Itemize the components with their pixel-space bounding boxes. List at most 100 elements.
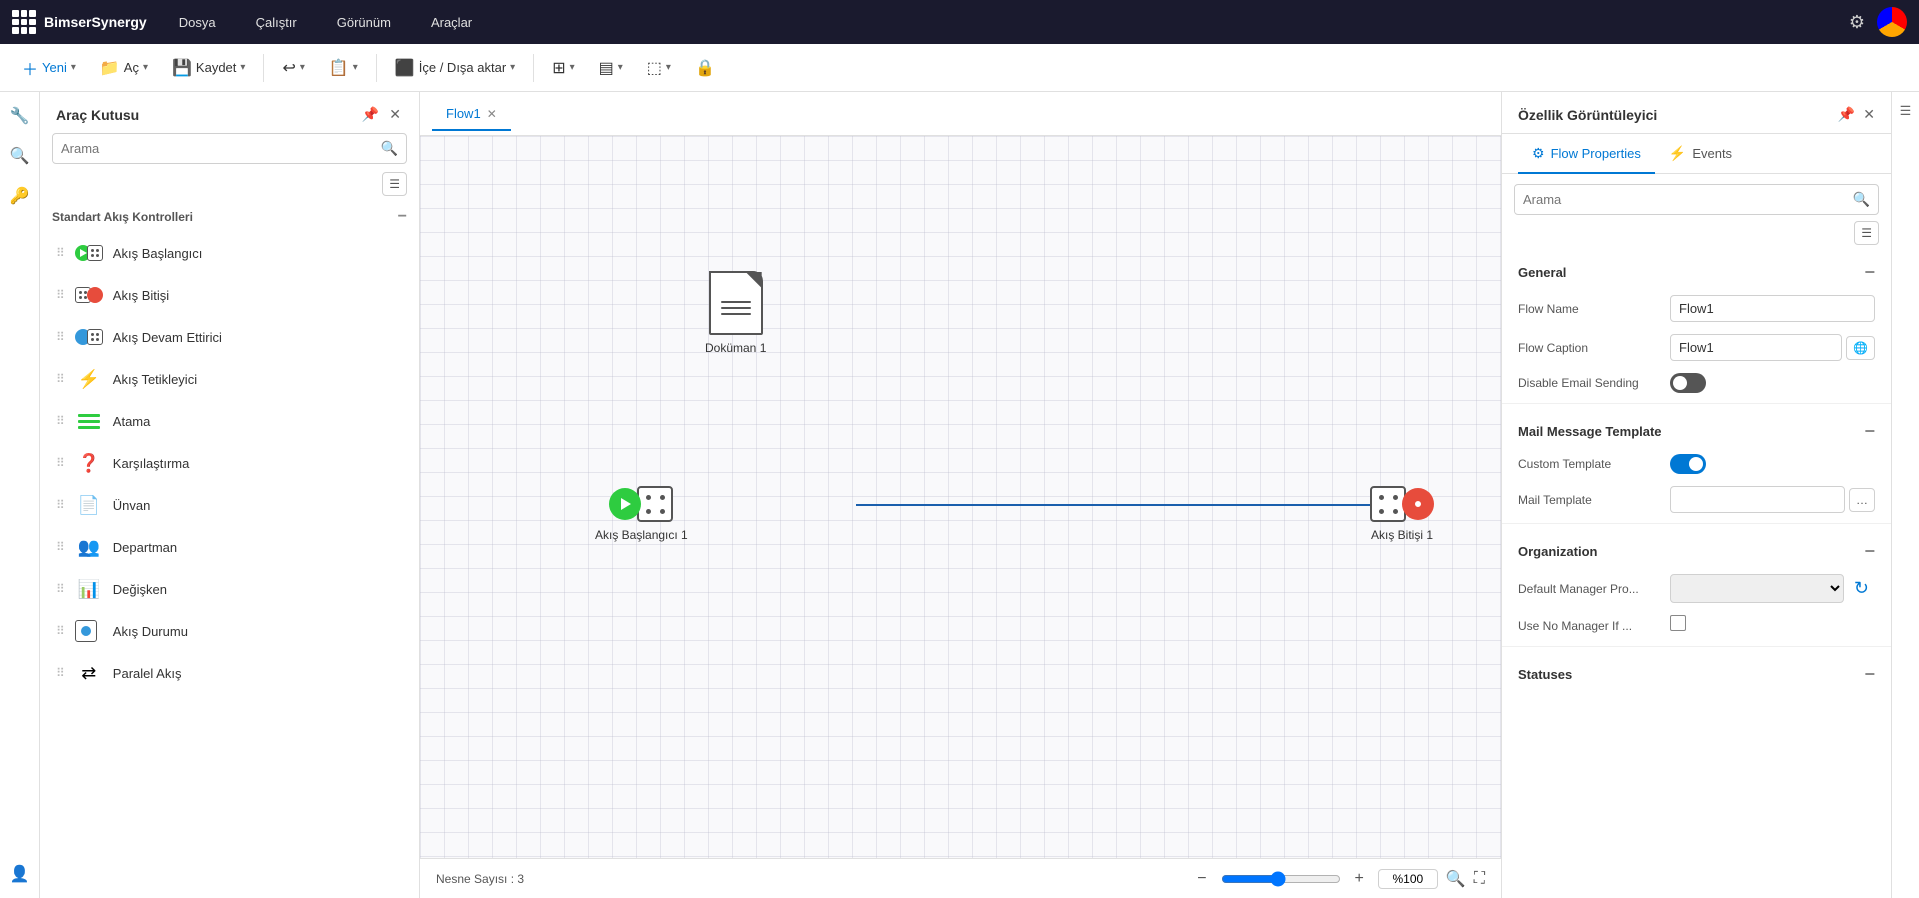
toolbox-view-toggle[interactable]: ☰	[382, 172, 407, 196]
tab-events[interactable]: ⚡ Events	[1655, 135, 1746, 174]
custom-template-toggle[interactable]	[1670, 454, 1706, 474]
doc-node[interactable]: Doküman 1	[705, 271, 766, 355]
mail-template-browse-btn[interactable]: …	[1849, 488, 1875, 512]
layout-dropdown-arrow: ▾	[618, 62, 623, 73]
save-dropdown-arrow: ▾	[240, 62, 245, 73]
zoom-out-button[interactable]: −	[1191, 868, 1212, 890]
menu-dosya[interactable]: Dosya	[171, 11, 224, 34]
toolbox-item-akis-durumu[interactable]: ⠿ Akış Durumu	[52, 610, 407, 652]
flow-caption-input[interactable]	[1670, 334, 1842, 361]
toolbox-item-atama[interactable]: ⠿ Atama	[52, 400, 407, 442]
right-panel-icon-1[interactable]: ☰	[1895, 100, 1917, 122]
zoom-in-button[interactable]: +	[1349, 868, 1370, 890]
menu-bar: BimserSynergy Dosya Çalıştır Görünüm Ara…	[0, 0, 1919, 44]
person-icon-btn[interactable]: 👤	[4, 858, 36, 890]
settings-icon[interactable]: ⚙	[1849, 12, 1865, 33]
statuses-collapse-btn[interactable]: −	[1864, 665, 1875, 683]
menu-calistir[interactable]: Çalıştır	[248, 11, 305, 34]
flow-name-input[interactable]	[1670, 295, 1875, 322]
properties-close-icon[interactable]: ✕	[1863, 106, 1875, 123]
end-node[interactable]: Akış Bitişi 1	[1370, 486, 1434, 542]
default-manager-select[interactable]	[1670, 574, 1844, 603]
atama-label: Atama	[113, 414, 151, 429]
properties-view-toggle[interactable]: ☰	[1854, 221, 1879, 245]
toolbox-panel: Araç Kutusu 📌 ✕ 🔍 ☰ Standart Akış Kontro…	[40, 92, 420, 898]
flow-caption-translate-btn[interactable]: 🌐	[1846, 336, 1875, 360]
save-button[interactable]: 💾 Kaydet ▾	[162, 52, 255, 84]
akis-devam-label: Akış Devam Ettirici	[113, 330, 222, 345]
general-collapse-btn[interactable]: −	[1864, 263, 1875, 281]
toolbox-header-icons: 📌 ✕	[360, 104, 403, 125]
use-no-manager-label: Use No Manager If ...	[1518, 619, 1658, 633]
clipboard-button[interactable]: 📋 ▾	[319, 52, 368, 84]
open-dropdown-arrow: ▾	[143, 62, 148, 73]
zoom-slider[interactable]	[1221, 871, 1341, 887]
toolbox-icon-btn[interactable]: 🔧	[4, 100, 36, 132]
zoom-value-input[interactable]	[1378, 869, 1438, 889]
flow-name-value	[1670, 295, 1875, 322]
toolbox-item-paralel-akis[interactable]: ⠿ ⇄ Paralel Akış	[52, 652, 407, 694]
akis-devam-icon	[75, 323, 103, 351]
toolbox-item-karsilastirma[interactable]: ⠿ ❓ Karşılaştırma	[52, 442, 407, 484]
start-node[interactable]: Akış Başlangıcı 1	[595, 486, 688, 542]
unvan-icon: 📄	[75, 491, 103, 519]
statuses-section-title: Statuses	[1518, 667, 1572, 682]
disable-email-toggle[interactable]	[1670, 373, 1706, 393]
default-manager-refresh-btn[interactable]: ↻	[1848, 574, 1875, 603]
mail-collapse-btn[interactable]: −	[1864, 422, 1875, 440]
left-icon-bar: 🔧 🔍 🔑 👤	[0, 92, 40, 898]
drag-handle-11: ⠿	[56, 666, 65, 680]
select-button[interactable]: ⬚ ▾	[637, 52, 681, 84]
custom-template-value	[1670, 454, 1875, 474]
lock-button[interactable]: 🔒	[685, 52, 725, 84]
end-fork-dot-2	[1393, 495, 1398, 500]
toolbox-section-collapse[interactable]: −	[398, 208, 407, 226]
import-export-button[interactable]: ⬛ İçe / Dışa aktar ▾	[385, 52, 525, 84]
drag-handle-9: ⠿	[56, 582, 65, 596]
properties-search-box: 🔍	[1514, 184, 1879, 215]
properties-content: General − Flow Name Flow Caption 🌐 Disab…	[1502, 249, 1891, 898]
drag-handle-4: ⠿	[56, 372, 65, 386]
use-no-manager-checkbox[interactable]	[1670, 615, 1686, 631]
properties-search-input[interactable]	[1515, 186, 1845, 213]
canvas-content[interactable]: Doküman 1 Akış Başlangıcı 1	[420, 136, 1501, 858]
toolbox-item-akis-tetikleyici[interactable]: ⠿ ⚡ Akış Tetikleyici	[52, 358, 407, 400]
close-icon[interactable]: ✕	[387, 104, 403, 125]
zoom-fullscreen-icon[interactable]: ⛶	[1474, 870, 1485, 888]
menu-araclar[interactable]: Araçlar	[423, 11, 480, 34]
mail-template-input[interactable]	[1670, 486, 1845, 513]
pin-icon[interactable]: 📌	[360, 104, 381, 125]
undo-button[interactable]: ↩ ▾	[272, 52, 314, 84]
toolbox-item-unvan[interactable]: ⠿ 📄 Ünvan	[52, 484, 407, 526]
menu-gorunum[interactable]: Görünüm	[329, 11, 399, 34]
toolbox-item-akis-baslangici[interactable]: ⠿ Akış Başlangıcı	[52, 232, 407, 274]
tab-flow-properties[interactable]: ⚙ Flow Properties	[1518, 135, 1655, 174]
org-collapse-btn[interactable]: −	[1864, 542, 1875, 560]
properties-pin-icon[interactable]: 📌	[1838, 106, 1855, 123]
grid-button[interactable]: ⊞ ▾	[542, 52, 584, 84]
open-button[interactable]: 📁 Aç ▾	[90, 52, 158, 84]
zoom-fit-icon[interactable]: 🔍	[1446, 869, 1466, 889]
toolbox-section-title: Standart Akış Kontrolleri	[52, 210, 193, 224]
layout-button[interactable]: ▤ ▾	[589, 52, 633, 84]
custom-template-field: Custom Template	[1502, 448, 1891, 480]
toolbox-item-departman[interactable]: ⠿ 👥 Departman	[52, 526, 407, 568]
user-avatar[interactable]	[1877, 7, 1907, 37]
properties-panel-header: Özellik Görüntüleyici 📌 ✕	[1502, 92, 1891, 134]
doc-line-1	[721, 301, 751, 303]
toolbox-item-degisken[interactable]: ⠿ 📊 Değişken	[52, 568, 407, 610]
canvas-tab-close[interactable]: ✕	[487, 107, 497, 121]
import-export-dropdown-arrow: ▾	[510, 62, 515, 73]
toolbox-item-akis-bitisi[interactable]: ⠿ Akış Bitişi	[52, 274, 407, 316]
akis-bitisi-icon	[75, 281, 103, 309]
new-button[interactable]: ＋ Yeni ▾	[12, 50, 86, 86]
flow-name-field: Flow Name	[1502, 289, 1891, 328]
search-icon-btn[interactable]: 🔍	[4, 140, 36, 172]
canvas-area: Flow1 ✕ Doküman 1	[420, 92, 1501, 898]
toolbox-item-akis-devam[interactable]: ⠿ Akış Devam Ettirici	[52, 316, 407, 358]
departman-icon: 👥	[75, 533, 103, 561]
toolbox-search-input[interactable]	[53, 135, 373, 162]
canvas-tab-flow1[interactable]: Flow1 ✕	[432, 98, 511, 131]
flow-caption-field: Flow Caption 🌐	[1502, 328, 1891, 367]
key-icon-btn[interactable]: 🔑	[4, 180, 36, 212]
